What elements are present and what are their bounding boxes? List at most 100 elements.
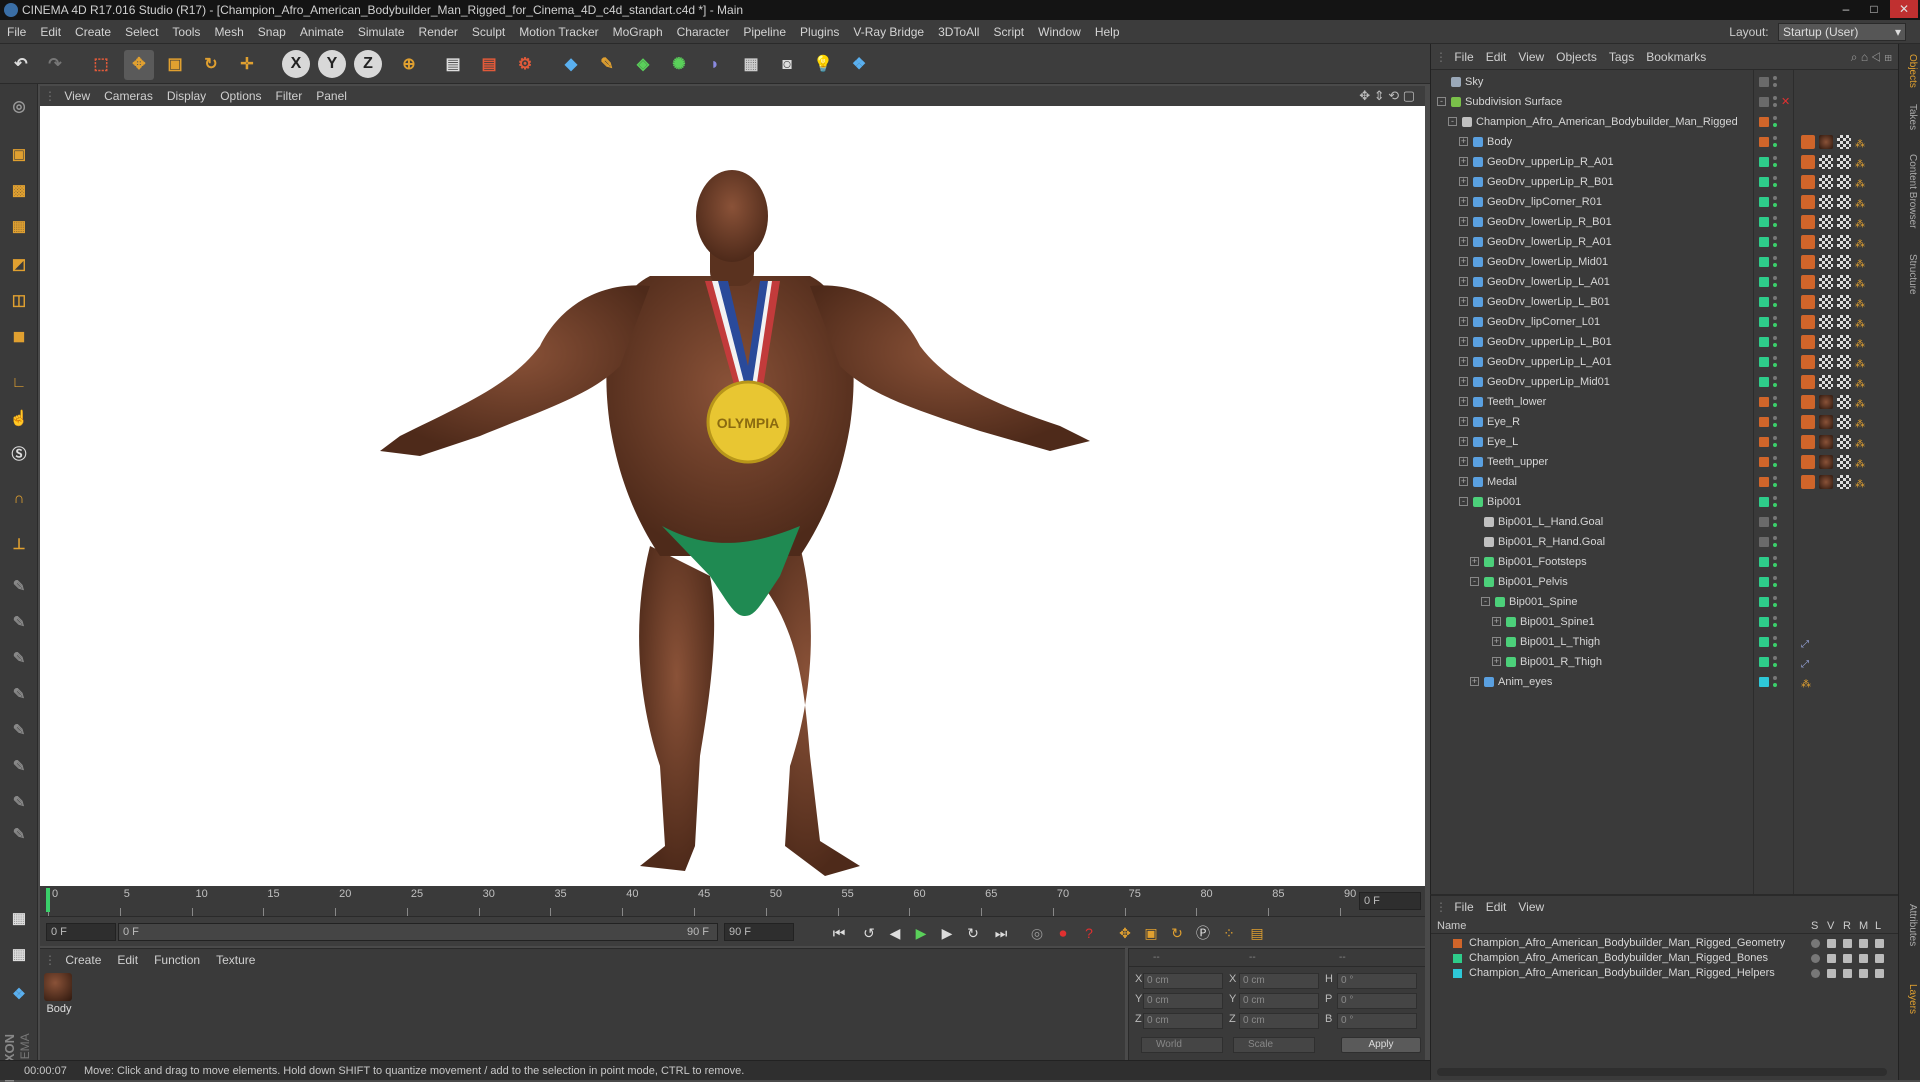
object-menu-view[interactable]: View bbox=[1512, 44, 1550, 70]
weight-tag-icon[interactable] bbox=[1801, 175, 1815, 189]
weight-tag-icon[interactable] bbox=[1801, 475, 1815, 489]
key-scale-icon[interactable]: ▣ bbox=[1140, 922, 1162, 944]
editor-visibility-dot[interactable] bbox=[1773, 336, 1777, 340]
expand-icon[interactable]: + bbox=[1459, 337, 1468, 346]
object-row[interactable]: + GeoDrv_upperLip_R_A01 ⁂ bbox=[1431, 152, 1899, 172]
world-dropdown[interactable]: World bbox=[1141, 1037, 1223, 1053]
weight-tag-icon[interactable] bbox=[1801, 155, 1815, 169]
render-visibility-dot[interactable] bbox=[1773, 583, 1777, 587]
editor-visibility-dot[interactable] bbox=[1773, 636, 1777, 640]
layer-menu-file[interactable]: File bbox=[1448, 896, 1479, 918]
render-visibility-dot[interactable] bbox=[1773, 623, 1777, 627]
undo-icon[interactable]: ↶ bbox=[6, 50, 36, 80]
layout-dropdown[interactable]: Startup (User) bbox=[1778, 23, 1906, 41]
layer-color-swatch[interactable] bbox=[1759, 337, 1769, 347]
weight-tag-icon[interactable] bbox=[1801, 295, 1815, 309]
viewport-menu-options[interactable]: Options bbox=[213, 86, 268, 106]
material-tag-icon[interactable] bbox=[1819, 415, 1833, 429]
editor-visibility-dot[interactable] bbox=[1773, 456, 1777, 460]
expand-icon[interactable]: + bbox=[1470, 677, 1479, 686]
expand-icon[interactable]: + bbox=[1459, 217, 1468, 226]
object-row[interactable]: + Body ⁂ bbox=[1431, 132, 1899, 152]
viewport-menu-cameras[interactable]: Cameras bbox=[97, 86, 160, 106]
weight-tag-icon[interactable] bbox=[1801, 335, 1815, 349]
layer-color-swatch[interactable] bbox=[1759, 637, 1769, 647]
selection-tag-icon[interactable]: ⁂ bbox=[1855, 475, 1869, 490]
layer-color-swatch[interactable] bbox=[1759, 537, 1769, 547]
menu-render[interactable]: Render bbox=[412, 20, 465, 44]
autokey-icon[interactable]: ⏺ bbox=[1052, 922, 1074, 944]
material-tag-icon[interactable] bbox=[1819, 195, 1833, 209]
3d-viewport[interactable]: OLYMPIA bbox=[40, 106, 1425, 886]
layer-menu-view[interactable]: View bbox=[1512, 896, 1550, 918]
timeline-window-icon[interactable]: ▤ bbox=[1246, 922, 1268, 944]
object-row[interactable]: - Bip001_Spine bbox=[1431, 592, 1899, 612]
render-visibility-dot[interactable] bbox=[1773, 383, 1777, 387]
object-row[interactable]: + GeoDrv_upperLip_Mid01 ⁂ bbox=[1431, 372, 1899, 392]
layer-color-swatch[interactable] bbox=[1759, 177, 1769, 187]
selection-tag-icon[interactable]: ⁂ bbox=[1855, 275, 1869, 290]
expand-icon[interactable]: + bbox=[1459, 137, 1468, 146]
expand-icon[interactable]: + bbox=[1492, 637, 1501, 646]
texture-tag-icon[interactable] bbox=[1837, 255, 1851, 269]
texture-tag-icon[interactable] bbox=[1837, 315, 1851, 329]
layer-color-swatch[interactable] bbox=[1453, 939, 1462, 948]
cube-primitive-icon[interactable]: ◆ bbox=[556, 50, 586, 80]
scale-dropdown[interactable]: Scale bbox=[1233, 1037, 1315, 1053]
object-row[interactable]: + GeoDrv_upperLip_L_B01 ⁂ bbox=[1431, 332, 1899, 352]
render-visibility-dot[interactable] bbox=[1773, 643, 1777, 647]
object-menu-bookmarks[interactable]: Bookmarks bbox=[1640, 44, 1712, 70]
render-visibility-dot[interactable] bbox=[1773, 443, 1777, 447]
layer-color-swatch[interactable] bbox=[1759, 297, 1769, 307]
side-tab-takes[interactable]: Takes bbox=[1902, 104, 1918, 130]
selection-tag-icon[interactable]: ⁂ bbox=[1855, 235, 1869, 250]
sculpt-pull-icon[interactable]: ✎ bbox=[4, 608, 34, 638]
layer-visible-toggle[interactable] bbox=[1827, 939, 1836, 948]
side-tab-structure[interactable]: Structure bbox=[1902, 254, 1918, 295]
menu-plugins[interactable]: Plugins bbox=[793, 20, 846, 44]
layer-color-swatch[interactable] bbox=[1759, 597, 1769, 607]
material-tag-icon[interactable] bbox=[1819, 135, 1833, 149]
layer-color-swatch[interactable] bbox=[1453, 969, 1462, 978]
render-visibility-dot[interactable] bbox=[1773, 123, 1777, 127]
render-visibility-dot[interactable] bbox=[1773, 223, 1777, 227]
layer-color-swatch[interactable] bbox=[1759, 117, 1769, 127]
side-tab-attributes[interactable]: Attributes bbox=[1902, 904, 1918, 946]
play-icon[interactable]: ▶ bbox=[910, 922, 932, 944]
render-visibility-dot[interactable] bbox=[1773, 143, 1777, 147]
minimize-button[interactable]: – bbox=[1832, 0, 1860, 18]
material-menu-function[interactable]: Function bbox=[146, 949, 208, 971]
weight-tag-icon[interactable] bbox=[1801, 255, 1815, 269]
render-visibility-dot[interactable] bbox=[1773, 523, 1777, 527]
render-visibility-dot[interactable] bbox=[1773, 83, 1777, 87]
render-visibility-dot[interactable] bbox=[1773, 243, 1777, 247]
material-menu-texture[interactable]: Texture bbox=[208, 949, 263, 971]
selection-tag-icon[interactable]: ⁂ bbox=[1855, 255, 1869, 270]
layer-render-toggle[interactable] bbox=[1843, 939, 1852, 948]
material-tag-icon[interactable] bbox=[1819, 435, 1833, 449]
maximize-button[interactable]: □ bbox=[1860, 0, 1888, 18]
render-visibility-dot[interactable] bbox=[1773, 163, 1777, 167]
menu-pipeline[interactable]: Pipeline bbox=[736, 20, 793, 44]
layer-manager-toggle[interactable] bbox=[1859, 954, 1868, 963]
cloner-icon[interactable]: ✺ bbox=[664, 50, 694, 80]
object-row[interactable]: + Bip001_L_Thigh ⤢ bbox=[1431, 632, 1899, 652]
menu-file[interactable]: File bbox=[0, 20, 33, 44]
render-visibility-dot[interactable] bbox=[1773, 183, 1777, 187]
side-tab-content-browser[interactable]: Content Browser bbox=[1902, 154, 1918, 228]
menu-help[interactable]: Help bbox=[1088, 20, 1127, 44]
texture-tag-icon[interactable] bbox=[1837, 175, 1851, 189]
menu-mesh[interactable]: Mesh bbox=[207, 20, 250, 44]
side-tab-objects[interactable]: Objects bbox=[1902, 54, 1918, 88]
polygons-mode-icon[interactable]: ◼ bbox=[4, 322, 34, 352]
object-row[interactable]: + Bip001_Spine1 bbox=[1431, 612, 1899, 632]
subdivision-surface-icon[interactable]: ◈ bbox=[628, 50, 658, 80]
editor-visibility-dot[interactable] bbox=[1773, 196, 1777, 200]
layer-color-swatch[interactable] bbox=[1759, 77, 1769, 87]
object-row[interactable]: + Eye_R ⁂ bbox=[1431, 412, 1899, 432]
collapse-icon[interactable]: - bbox=[1481, 597, 1490, 606]
object-row[interactable]: + GeoDrv_upperLip_R_B01 ⁂ bbox=[1431, 172, 1899, 192]
layer-visible-toggle[interactable] bbox=[1827, 969, 1836, 978]
object-manager-search-icon[interactable]: ⌕ ⌂ ◁ ⊞ bbox=[1851, 44, 1892, 70]
expand-icon[interactable]: + bbox=[1492, 617, 1501, 626]
